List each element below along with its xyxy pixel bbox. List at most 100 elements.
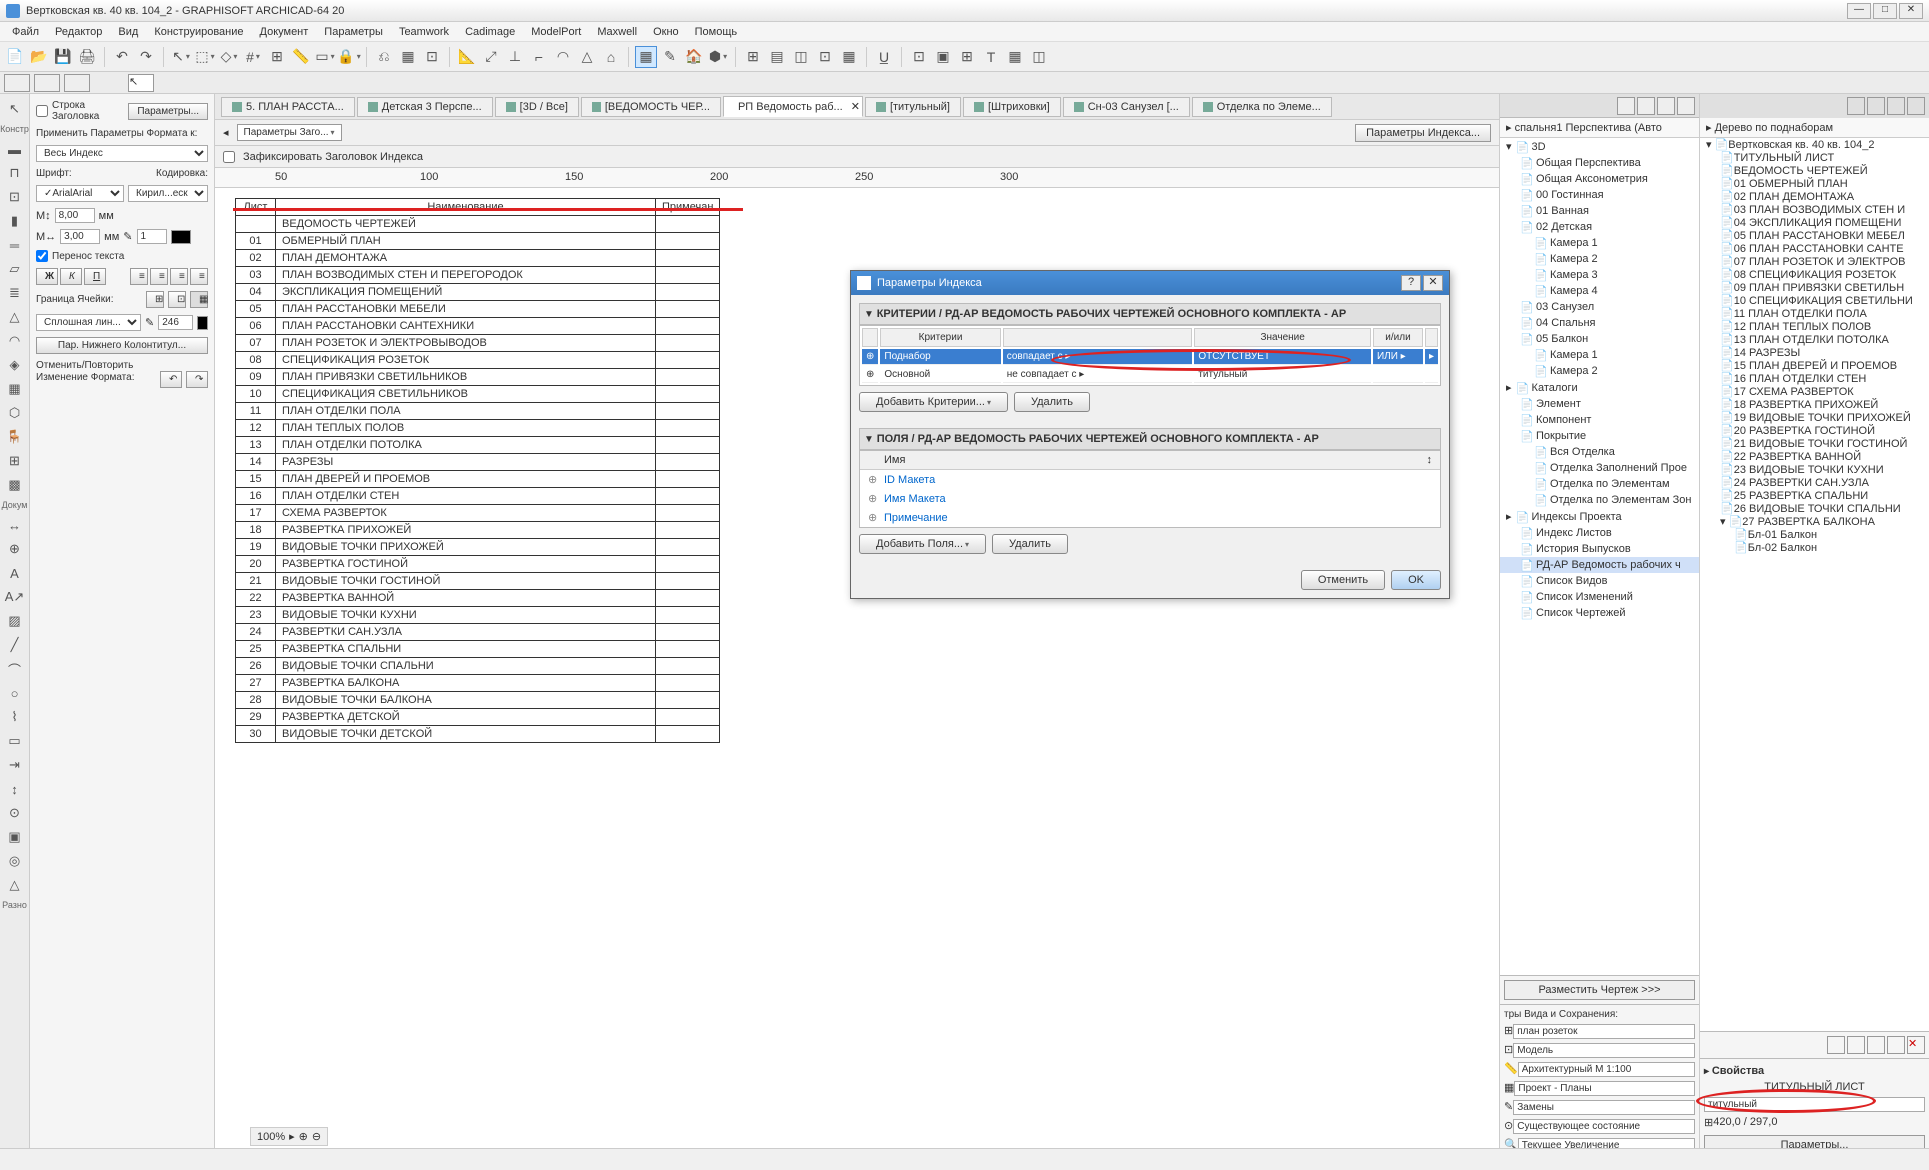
plot-icon[interactable]: 🖨 — [76, 46, 98, 68]
tool3-icon[interactable]: ◇ — [218, 46, 240, 68]
italic-button[interactable]: К — [60, 268, 82, 285]
drawing-tool[interactable]: ▭ — [4, 730, 26, 752]
measure-icon[interactable]: 📐 — [456, 46, 478, 68]
tree-node[interactable]: ▸ 📄Индексы Проекта — [1500, 508, 1699, 525]
menu-вид[interactable]: Вид — [110, 24, 146, 40]
dim-tool[interactable]: ↔ — [4, 514, 26, 536]
wrap-checkbox[interactable] — [36, 250, 48, 262]
tree-node[interactable]: 📄12 ПЛАН ТЕПЛЫХ ПОЛОВ — [1700, 320, 1929, 333]
menu-maxwell[interactable]: Maxwell — [589, 24, 645, 40]
table-row[interactable]: 09ПЛАН ПРИВЯЗКИ СВЕТИЛЬНИКОВ — [236, 369, 720, 386]
tree-node[interactable]: ▾ 📄3D — [1500, 138, 1699, 155]
tree-node[interactable]: 📄11 ПЛАН ОТДЕЛКИ ПОЛА — [1700, 307, 1929, 320]
tree-node[interactable]: 📄Камера 3 — [1500, 267, 1699, 283]
table-row[interactable]: 12ПЛАН ТЕПЛЫХ ПОЛОВ — [236, 420, 720, 437]
nav-btn4[interactable] — [1677, 97, 1695, 115]
tool9-icon[interactable]: ▦ — [397, 46, 419, 68]
nav-btn3[interactable] — [1657, 97, 1675, 115]
tab[interactable]: [ВЕДОМОСТЬ ЧЕР... — [581, 97, 721, 117]
tree-node[interactable]: 📄17 СХЕМА РАЗВЕРТОК — [1700, 385, 1929, 398]
table-row[interactable]: 29РАЗВЕРТКА ДЕТСКОЙ — [236, 709, 720, 726]
table-row[interactable]: 25РАЗВЕРТКА СПАЛЬНИ — [236, 641, 720, 658]
size1-input[interactable] — [55, 208, 95, 223]
close-button[interactable]: ✕ — [1899, 3, 1923, 19]
nav2-btn2[interactable] — [1867, 97, 1885, 115]
table-row[interactable]: 17СХЕМА РАЗВЕРТОК — [236, 505, 720, 522]
align-center[interactable]: ≡ — [150, 268, 168, 285]
worksheet-tool[interactable]: ▣ — [4, 826, 26, 848]
tree-node[interactable]: 📄Покрытие — [1500, 428, 1699, 444]
tree-node[interactable]: 📄26 ВИДОВЫЕ ТОЧКИ СПАЛЬНИ — [1700, 502, 1929, 515]
color-swatch[interactable] — [171, 230, 191, 244]
roof-tool[interactable]: △ — [4, 306, 26, 328]
navigator-tree[interactable]: ▾ 📄3D📄Общая Перспектива📄Общая Аксонометр… — [1500, 138, 1699, 975]
tool13-icon[interactable]: ⊥ — [504, 46, 526, 68]
line-tool[interactable]: ╱ — [4, 634, 26, 656]
prop4[interactable] — [1514, 1081, 1695, 1096]
rect-icon[interactable]: ▭ — [314, 46, 336, 68]
tool10-icon[interactable]: ⊡ — [421, 46, 443, 68]
mode2-button[interactable] — [34, 74, 60, 92]
nav2-title[interactable]: ▸ Дерево по поднаборам — [1700, 118, 1929, 138]
tab[interactable]: [Штриховки] — [963, 97, 1061, 117]
tool18-icon[interactable]: ▦ — [635, 46, 657, 68]
tool29-icon[interactable]: ▣ — [932, 46, 954, 68]
tree-node[interactable]: 📄22 РАЗВЕРТКА ВАННОЙ — [1700, 450, 1929, 463]
tree-node[interactable]: 📄02 ПЛАН ДЕМОНТАЖА — [1700, 190, 1929, 203]
tree-node[interactable]: 📄Компонент — [1500, 412, 1699, 428]
arrow-tool-icon[interactable]: ↖ — [170, 46, 192, 68]
tab[interactable]: Детская 3 Перспе... — [357, 97, 493, 117]
shell-tool[interactable]: ◠ — [4, 330, 26, 352]
tool25-icon[interactable]: ⊡ — [814, 46, 836, 68]
menu-teamwork[interactable]: Teamwork — [391, 24, 457, 40]
prop5[interactable] — [1513, 1100, 1695, 1115]
table-row[interactable]: 19ВИДОВЫЕ ТОЧКИ ПРИХОЖЕЙ — [236, 539, 720, 556]
tool28-icon[interactable]: ⊡ — [908, 46, 930, 68]
polyline-tool[interactable]: ⌇ — [4, 706, 26, 728]
undo-btn[interactable]: ↶ — [160, 371, 182, 388]
ie-tool[interactable]: ⊙ — [4, 802, 26, 824]
house-icon[interactable]: 🏠 — [683, 46, 705, 68]
table-row[interactable]: 26ВИДОВЫЕ ТОЧКИ СПАЛЬНИ — [236, 658, 720, 675]
tree-node[interactable]: 📄02 Детская — [1500, 219, 1699, 235]
change-tool[interactable]: △ — [4, 874, 26, 896]
fill-tool[interactable]: ▨ — [4, 610, 26, 632]
table-row[interactable]: 04ЭКСПЛИКАЦИЯ ПОМЕЩЕНИЙ — [236, 284, 720, 301]
arc-icon[interactable]: ◠ — [552, 46, 574, 68]
tool12-icon[interactable]: ⤢ — [480, 46, 502, 68]
tree-node[interactable]: 📄Камера 2 — [1500, 363, 1699, 379]
color2-swatch[interactable] — [197, 316, 208, 330]
table-row[interactable]: 27РАЗВЕРТКА БАЛКОНА — [236, 675, 720, 692]
nav2-btn1[interactable] — [1847, 97, 1865, 115]
marquee-icon[interactable]: ⬚ — [194, 46, 216, 68]
curtain-tool[interactable]: ▦ — [4, 378, 26, 400]
tool24-icon[interactable]: ◫ — [790, 46, 812, 68]
mode1-button[interactable] — [4, 74, 30, 92]
tree-node[interactable]: 📄04 ЭКСПЛИКАЦИЯ ПОМЕЩЕНИ — [1700, 216, 1929, 229]
redo-btn[interactable]: ↷ — [186, 371, 208, 388]
table-row[interactable]: 02ПЛАН ДЕМОНТАЖА — [236, 250, 720, 267]
nav2-btn3[interactable] — [1887, 97, 1905, 115]
underline-button[interactable]: П — [84, 268, 106, 285]
dialog-titlebar[interactable]: Параметры Индекса ? ✕ — [851, 271, 1449, 295]
criteria-table[interactable]: Критерии Значение и/или ⊕Поднаборсовпада… — [859, 325, 1441, 386]
tree-node[interactable]: 📄Камера 2 — [1500, 251, 1699, 267]
text-tool[interactable]: A — [4, 562, 26, 584]
tree-node[interactable]: 📄Индекс Листов — [1500, 525, 1699, 541]
table-row[interactable]: 16ПЛАН ОТДЕЛКИ СТЕН — [236, 488, 720, 505]
menu-помощь[interactable]: Помощь — [687, 24, 746, 40]
layout-tree[interactable]: ▾ 📄Вертковская кв. 40 кв. 104_2📄ТИТУЛЬНЫ… — [1700, 138, 1929, 1031]
field-row[interactable]: ⊕Примечание — [860, 508, 1440, 527]
minimize-button[interactable]: — — [1847, 3, 1871, 19]
header-row-checkbox[interactable] — [36, 105, 48, 117]
tree-node[interactable]: 📄01 Ванная — [1500, 203, 1699, 219]
table-row[interactable]: 23ВИДОВЫЕ ТОЧКИ КУХНИ — [236, 607, 720, 624]
field-row[interactable]: ⊕ID Макета — [860, 470, 1440, 489]
ok-button[interactable]: OK — [1391, 570, 1441, 590]
cancel-button[interactable]: Отменить — [1301, 570, 1385, 590]
index-table[interactable]: ЛистНаименованиеПримечанВЕДОМОСТЬ ЧЕРТЕЖ… — [235, 198, 720, 743]
nav-btn1[interactable] — [1617, 97, 1635, 115]
val1-input[interactable] — [137, 229, 167, 244]
tree-node[interactable]: 📄04 Спальня — [1500, 315, 1699, 331]
prop2[interactable] — [1513, 1043, 1695, 1058]
